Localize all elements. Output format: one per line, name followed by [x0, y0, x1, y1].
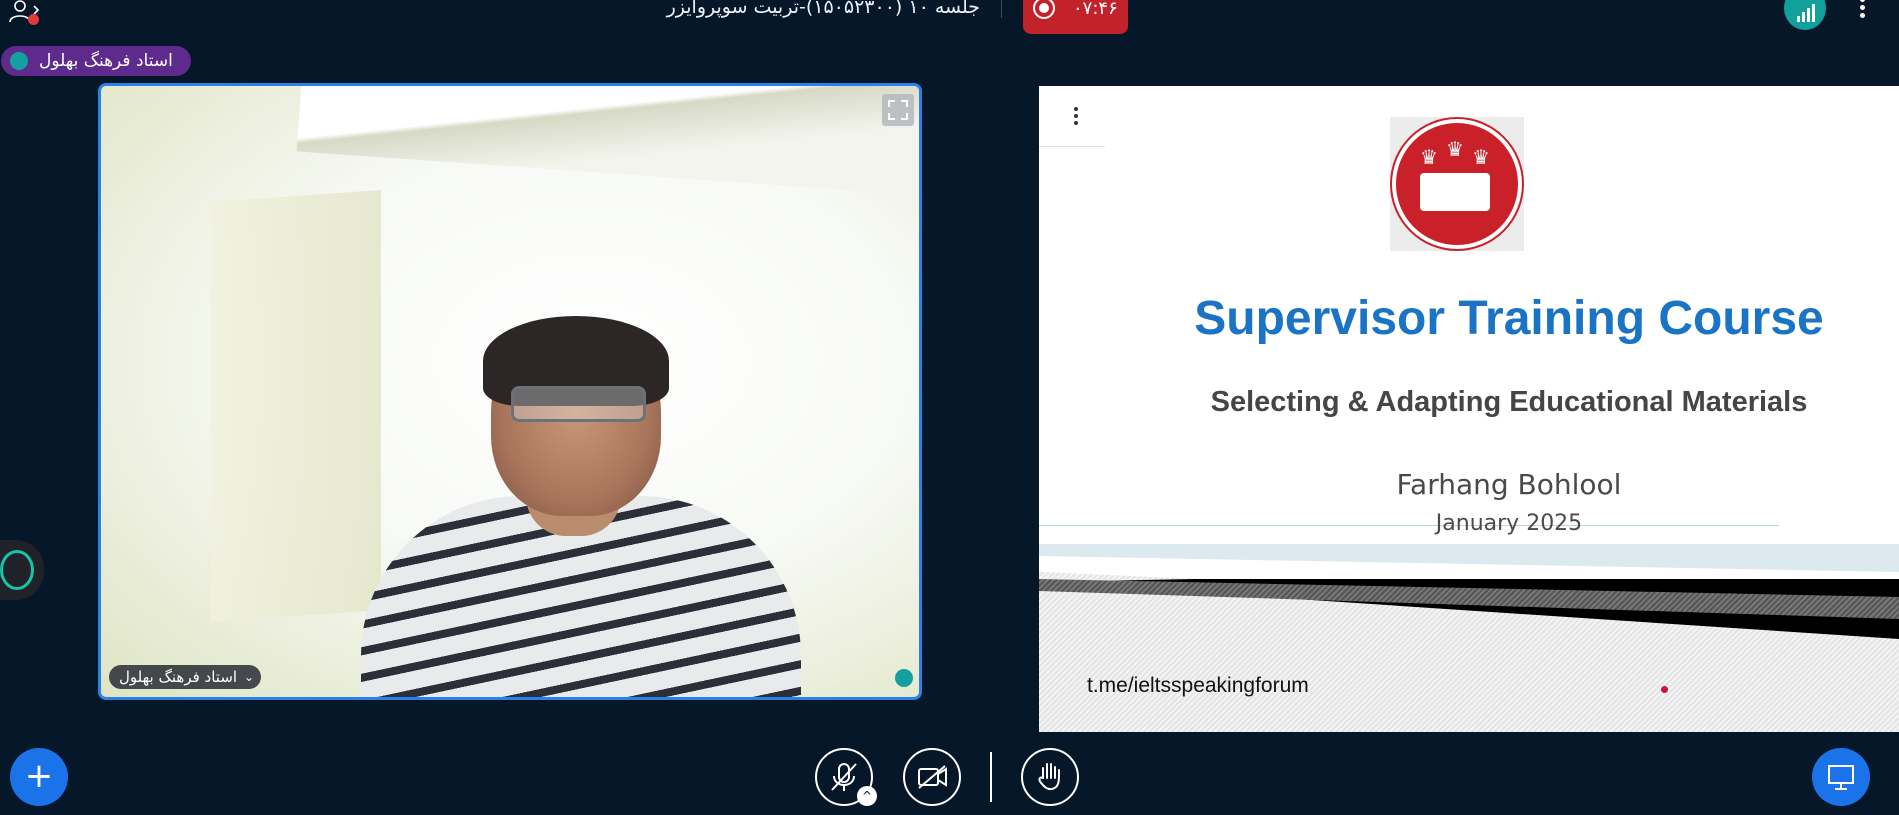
slide-link: t.me/ieltsspeakingforum — [1087, 674, 1309, 697]
assistant-button[interactable] — [0, 540, 44, 600]
laser-pointer — [1661, 686, 1668, 693]
camera-off-icon — [918, 765, 947, 789]
slide-author: Farhang Bohlool — [1396, 468, 1622, 501]
speaker-name: استاد فرهنگ بهلول — [39, 51, 173, 71]
participant-video-image — [361, 286, 801, 697]
mic-icon — [10, 52, 28, 70]
slide-title: Supervisor Training Course — [1194, 292, 1824, 345]
plus-icon: + — [24, 756, 54, 796]
record-icon — [1033, 0, 1055, 19]
slide-subtitle: Selecting & Adapting Educational Materia… — [1210, 386, 1808, 418]
notification-dot — [28, 14, 39, 25]
more-options-button[interactable] — [1856, 0, 1868, 24]
recording-time: ۰۷:۴۶ — [1073, 0, 1118, 19]
camera-button[interactable] — [903, 748, 961, 806]
more-vert-icon — [1074, 107, 1078, 111]
fullscreen-button[interactable] — [882, 94, 914, 126]
chevron-down-icon: ⌄ — [244, 670, 255, 684]
more-vert-icon — [1859, 0, 1865, 2]
mic-status-icon — [895, 669, 913, 687]
connection-icon — [1797, 4, 1815, 22]
session-title: جلسه ۱۰ (۱۵۰۵۲۳۰۰)-تربیت سوپروایزر — [666, 0, 980, 18]
actions-button[interactable]: + — [10, 748, 68, 806]
participant-name: استاد فرهنگ بهلول — [119, 668, 238, 686]
raise-hand-icon — [1038, 763, 1060, 791]
recording-indicator[interactable]: ۰۷:۴۶ — [1023, 0, 1128, 34]
expand-icon — [888, 100, 908, 120]
presentation-icon — [1828, 765, 1854, 790]
participant-name-badge[interactable]: استاد فرهنگ بهلول ⌄ — [109, 665, 262, 689]
presentation-options-button[interactable] — [1072, 104, 1080, 128]
users-toggle-button[interactable] — [6, 0, 42, 26]
talking-indicator[interactable]: استاد فرهنگ بهلول — [1, 46, 191, 76]
audio-settings-toggle[interactable]: ^ — [857, 786, 877, 806]
webcam-video[interactable]: استاد فرهنگ بهلول ⌄ — [98, 83, 922, 700]
academy-logo: ♛ ♛ ♛ — [1390, 117, 1524, 251]
slide-date: January 2025 — [1435, 511, 1583, 536]
controls-divider — [990, 752, 992, 802]
connection-status-button[interactable] — [1784, 0, 1826, 30]
title-divider — [1001, 0, 1002, 18]
assistant-icon — [0, 550, 34, 590]
raise-hand-button[interactable] — [1021, 748, 1079, 806]
presentation-button[interactable] — [1812, 748, 1870, 806]
presentation-slide: ♛ ♛ ♛ Supervisor Training Course Selecti… — [1039, 86, 1899, 732]
